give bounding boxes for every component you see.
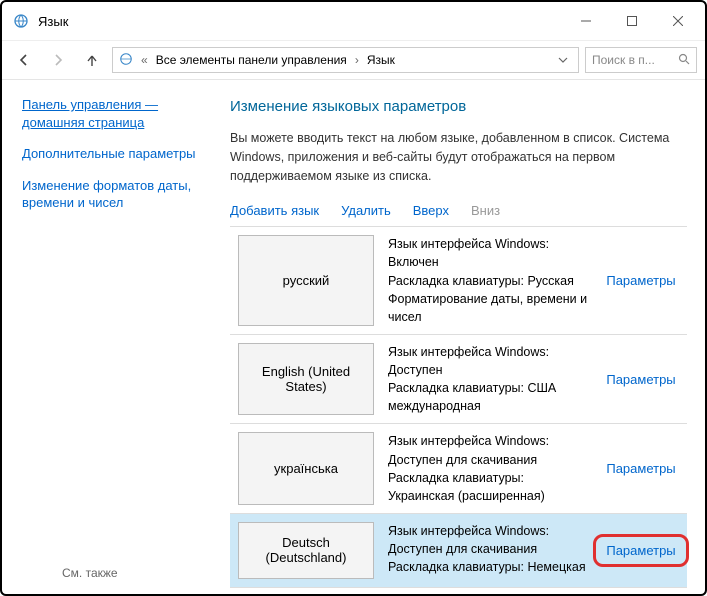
titlebar: Язык <box>2 2 705 40</box>
sidebar-advanced-link[interactable]: Дополнительные параметры <box>22 145 218 163</box>
add-language-button[interactable]: Добавить язык <box>230 203 319 218</box>
globe-language-icon <box>119 52 133 69</box>
language-info: Язык интерфейса Windows: ДоступенРасклад… <box>382 335 595 424</box>
up-button[interactable] <box>78 46 106 74</box>
language-info: Язык интерфейса Windows: Доступен для ск… <box>382 514 595 587</box>
search-icon <box>678 53 690 68</box>
minimize-button[interactable] <box>563 6 609 36</box>
sidebar-datetime-link[interactable]: Изменение форматов даты, времени и чисел <box>22 177 218 212</box>
options-link[interactable]: Параметры <box>606 273 675 288</box>
language-info: Язык интерфейса Windows: ВключенРаскладк… <box>382 227 595 334</box>
options-link[interactable]: Параметры <box>606 372 675 387</box>
breadcrumb-leaf[interactable]: Язык <box>367 53 395 67</box>
search-placeholder: Поиск в п... <box>592 53 655 67</box>
language-row[interactable]: Deutsch (Deutschland)Язык интерфейса Win… <box>230 514 687 588</box>
language-tile[interactable]: українська <box>238 432 374 505</box>
breadcrumb-root[interactable]: Все элементы панели управления <box>156 53 347 67</box>
chevron-right-icon: › <box>353 53 361 67</box>
language-tile[interactable]: русский <box>238 235 374 326</box>
language-action: Параметры <box>595 424 687 513</box>
language-toolbar: Добавить язык Удалить Вверх Вниз <box>230 203 687 218</box>
back-button[interactable] <box>10 46 38 74</box>
address-bar: « Все элементы панели управления › Язык … <box>2 40 705 80</box>
language-row[interactable]: русскийЯзык интерфейса Windows: ВключенР… <box>230 227 687 335</box>
see-also-label: См. также <box>62 566 118 580</box>
main-content: Изменение языковых параметров Вы можете … <box>230 80 705 594</box>
sidebar-home-link[interactable]: Панель управления — домашняя страница <box>22 96 218 131</box>
globe-language-icon <box>12 12 30 30</box>
close-button[interactable] <box>655 6 701 36</box>
language-info: Язык интерфейса Windows: Доступен для ск… <box>382 424 595 513</box>
language-action: Параметры <box>595 514 687 587</box>
options-link[interactable]: Параметры <box>606 461 675 476</box>
forward-button[interactable] <box>44 46 72 74</box>
language-tile[interactable]: Deutsch (Deutschland) <box>238 522 374 579</box>
address-dropdown[interactable] <box>554 55 572 65</box>
breadcrumb[interactable]: « Все элементы панели управления › Язык <box>112 47 579 73</box>
language-action: Параметры <box>595 227 687 334</box>
language-tile[interactable]: English (United States) <box>238 343 374 416</box>
language-list: русскийЯзык интерфейса Windows: ВключенР… <box>230 226 687 588</box>
options-link[interactable]: Параметры <box>593 534 688 567</box>
page-title: Изменение языковых параметров <box>230 98 687 115</box>
language-action: Параметры <box>595 335 687 424</box>
language-window: Язык « Все элементы панели управления › … <box>0 0 707 596</box>
maximize-button[interactable] <box>609 6 655 36</box>
language-row[interactable]: English (United States)Язык интерфейса W… <box>230 335 687 425</box>
move-down-button[interactable]: Вниз <box>471 203 500 218</box>
window-title: Язык <box>38 14 68 29</box>
sidebar: Панель управления — домашняя страница До… <box>2 80 230 594</box>
language-row[interactable]: українськаЯзык интерфейса Windows: Досту… <box>230 424 687 514</box>
page-description: Вы можете вводить текст на любом языке, … <box>230 129 687 185</box>
chevron-left-icon: « <box>139 53 150 67</box>
search-input[interactable]: Поиск в п... <box>585 47 697 73</box>
remove-language-button[interactable]: Удалить <box>341 203 391 218</box>
move-up-button[interactable]: Вверх <box>413 203 449 218</box>
